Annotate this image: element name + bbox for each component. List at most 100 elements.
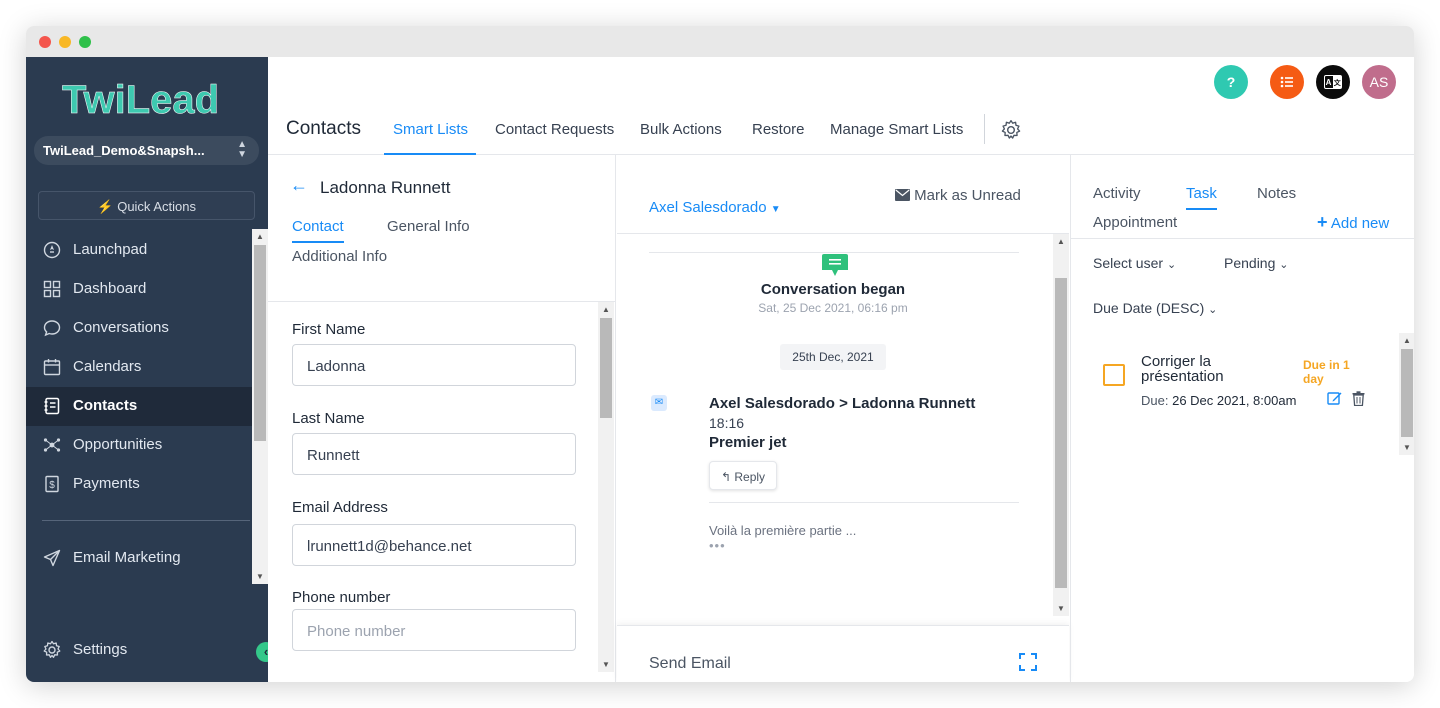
tab-additional-info[interactable]: Additional Info [292,248,387,265]
contact-name: Ladonna Runnett [320,178,451,197]
trash-icon[interactable] [1352,391,1365,406]
message-time: 18:16 [709,415,745,431]
sidebar-item-label: Payments [73,475,140,492]
tasks-list-button[interactable] [1270,65,1304,99]
scroll-up-arrow-icon[interactable]: ▲ [1399,336,1414,345]
close-window-button[interactable] [39,36,51,48]
assignee-dropdown[interactable]: Axel Salesdorado ▼ [649,199,781,216]
last-name-field[interactable]: Runnett [292,433,576,475]
sidebar-item-conversations[interactable]: Conversations [26,309,252,348]
conversation-panel: Axel Salesdorado ▼ Mark as Unread Conver… [617,155,1069,682]
avatar-initials: AS [1369,74,1389,90]
scrollbar-thumb[interactable] [1401,349,1413,437]
expand-icon[interactable] [1019,653,1037,671]
email-label: Email Address [292,499,388,516]
scrollbar-thumb[interactable] [254,245,266,441]
user-avatar-button[interactable]: AS [1362,65,1396,99]
scroll-down-arrow-icon[interactable]: ▼ [1053,604,1069,613]
chevron-down-icon: ⌄ [1166,259,1177,271]
tab-task[interactable]: Task [1186,185,1217,210]
message-square-icon [822,254,848,276]
sidebar-item-launchpad[interactable]: Launchpad [26,231,252,270]
chevron-down-icon: ⌄ [1279,259,1289,271]
translate-button[interactable]: A文 [1316,65,1350,99]
task-title: Corriger la présentation [1141,353,1224,385]
translate-icon: A文 [1324,75,1342,89]
tab-smart-lists[interactable]: Smart Lists [384,121,476,155]
quick-actions-button[interactable]: ⚡ Quick Actions [38,191,255,220]
last-name-label: Last Name [292,410,365,427]
tab-general-info[interactable]: General Info [387,218,470,235]
tab-activity[interactable]: Activity [1093,185,1141,202]
email-field[interactable]: lrunnett1d@behance.net [292,524,576,566]
status-filter-dropdown[interactable]: Pending ⌄ [1224,255,1289,271]
scrollbar-thumb[interactable] [1055,278,1067,588]
tab-bulk-actions[interactable]: Bulk Actions [640,121,722,155]
sidebar-item-label: Calendars [73,358,142,375]
sidebar-divider [42,520,250,521]
conversation-scrollbar[interactable]: ▲ ▼ [1053,234,1069,616]
task-due-value: 26 Dec 2021, 8:00am [1172,393,1297,408]
maximize-window-button[interactable] [79,36,91,48]
add-new-task-button[interactable]: + Add new [1317,212,1389,233]
scrollbar-thumb[interactable] [600,318,612,418]
scroll-down-arrow-icon[interactable]: ▼ [252,572,268,581]
form-scrollbar[interactable]: ▲ ▼ [598,302,614,672]
tab-contact-requests[interactable]: Contact Requests [495,121,614,155]
sidebar-item-payments[interactable]: $ Payments [26,465,252,504]
edit-icon[interactable] [1327,391,1342,406]
sidebar: TwiLead TwiLead_Demo&Snapsh... ▲ ▼ ⚡ Quick… [26,57,276,682]
back-arrow-icon[interactable]: ← [290,175,308,196]
phone-field[interactable]: Phone number [292,609,576,651]
status-filter-label: Pending [1224,255,1276,271]
tasks-panel: Activity Task Notes Appointment + Add ne… [1070,155,1414,682]
contact-form: First Name Ladonna Last Name Runnett Ema… [268,302,598,682]
expand-message-button[interactable]: ••• [709,538,726,553]
sidebar-item-contacts[interactable]: Contacts [26,387,252,426]
sidebar-item-email-marketing[interactable]: Email Marketing [26,539,252,578]
first-name-field[interactable]: Ladonna [292,344,576,386]
dashboard-icon [42,279,62,299]
envelope-icon [895,189,910,201]
conversation-thread: Conversation began Sat, 25 Dec 2021, 06:… [617,234,1053,614]
sidebar-item-opportunities[interactable]: Opportunities [26,426,252,465]
gear-icon[interactable] [1000,119,1022,141]
minimize-window-button[interactable] [59,36,71,48]
select-user-dropdown[interactable]: Select user ⌄ [1093,255,1176,271]
task-item[interactable]: Corriger la présentation Due in 1 day Du… [1071,333,1399,453]
scroll-down-arrow-icon[interactable]: ▼ [598,660,614,669]
tab-manage-smart-lists[interactable]: Manage Smart Lists [830,121,963,155]
app-window: TwiLead TwiLead_Demo&Snapsh... ▲ ▼ ⚡ Quick… [26,26,1414,682]
tab-restore[interactable]: Restore [752,121,805,155]
send-email-composer[interactable]: Send Email [617,625,1069,682]
task-complete-checkbox[interactable] [1103,364,1125,386]
send-email-label: Send Email [649,655,731,672]
main-area: ? A文 AS Contacts Smart Lists Contact Req… [268,57,1414,682]
tasks-scrollbar[interactable]: ▲ ▼ [1399,333,1414,455]
twilead-logo[interactable]: TwiLead [62,73,232,121]
reply-button[interactable]: ↰ Reply [709,461,777,490]
date-separator: 25th Dec, 2021 [780,344,886,370]
sidebar-scrollbar[interactable]: ▲ ▼ [252,229,268,584]
tab-notes[interactable]: Notes [1257,185,1296,202]
chat-icon [42,318,62,338]
sidebar-item-settings[interactable]: Settings [26,632,252,668]
sort-dropdown[interactable]: Due Date (DESC) ⌄ [1093,300,1217,316]
tab-appointment[interactable]: Appointment [1093,214,1177,231]
chevron-down-icon: ⌄ [1208,304,1218,316]
mark-unread-button[interactable]: Mark as Unread [895,187,1021,204]
scroll-up-arrow-icon[interactable]: ▲ [252,232,268,241]
scroll-up-arrow-icon[interactable]: ▲ [1053,237,1069,246]
lightning-icon: ⚡ [97,199,114,214]
funnel-icon [42,435,62,455]
svg-text:$: $ [49,480,55,491]
mark-unread-label: Mark as Unread [914,187,1021,204]
scroll-down-arrow-icon[interactable]: ▼ [1399,443,1414,452]
sidebar-item-calendars[interactable]: Calendars [26,348,252,387]
location-switcher[interactable]: TwiLead_Demo&Snapsh... ▲ ▼ [34,136,259,165]
sidebar-item-dashboard[interactable]: Dashboard [26,270,252,309]
sort-label: Due Date (DESC) [1093,300,1205,316]
tab-contact[interactable]: Contact [292,218,344,243]
help-button[interactable]: ? [1214,65,1248,99]
scroll-up-arrow-icon[interactable]: ▲ [598,305,614,314]
